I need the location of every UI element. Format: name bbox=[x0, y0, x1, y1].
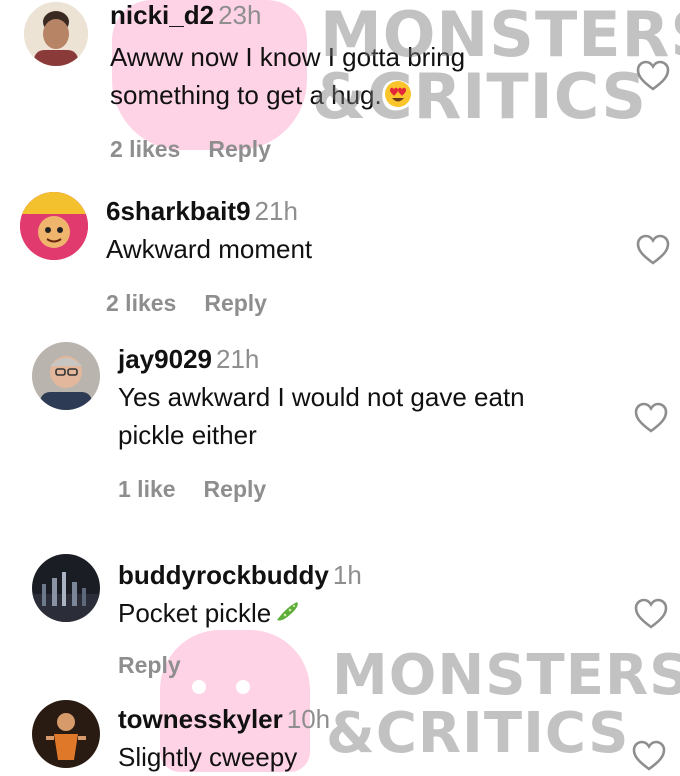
comment-text: Awkward moment bbox=[106, 230, 586, 268]
comment-text-line: Awkward moment bbox=[106, 234, 313, 264]
likes-count[interactable]: 2 likes bbox=[110, 136, 180, 162]
reply-button[interactable]: Reply bbox=[208, 136, 271, 162]
heart-icon[interactable] bbox=[634, 402, 668, 434]
username-link[interactable]: townesskyler bbox=[118, 704, 283, 734]
avatar[interactable] bbox=[32, 554, 100, 622]
reply-button[interactable]: Reply bbox=[204, 290, 267, 316]
reply-button[interactable]: Reply bbox=[118, 652, 181, 678]
comment-text-line: Pocket pickle bbox=[118, 598, 272, 628]
watermark-text: MONSTERS bbox=[320, 0, 680, 71]
heart-icon[interactable] bbox=[636, 234, 670, 266]
timestamp: 1h bbox=[332, 560, 362, 590]
comment-header: buddyrockbuddy 1h bbox=[118, 560, 362, 590]
watermark-text: &CRITICS bbox=[326, 701, 630, 766]
username-link[interactable]: buddyrockbuddy bbox=[118, 560, 329, 590]
comment-meta: 2 likes Reply bbox=[110, 136, 299, 163]
likes-count[interactable]: 1 like bbox=[118, 476, 176, 502]
watermark-text: MONSTERS bbox=[332, 643, 680, 708]
comment-header: nicki_d2 23h bbox=[110, 0, 261, 30]
reply-button[interactable]: Reply bbox=[204, 476, 267, 502]
timestamp: 21h bbox=[215, 344, 260, 374]
heart-icon[interactable] bbox=[632, 740, 666, 772]
comment-meta: 2 likes Reply bbox=[106, 290, 295, 317]
watermark-text: &CRITICS bbox=[312, 60, 648, 133]
avatar[interactable] bbox=[20, 192, 88, 260]
comment-text-line: Yes awkward I would not gave eatn bbox=[118, 382, 525, 412]
comment-text: Pocket pickle bbox=[118, 594, 598, 632]
comment-text: Yes awkward I would not gave eatn pickle… bbox=[118, 378, 618, 454]
comment-header: 6sharkbait9 21h bbox=[106, 196, 298, 226]
timestamp: 23h bbox=[218, 0, 262, 30]
comment-text-line: pickle either bbox=[118, 420, 257, 450]
username-link[interactable]: nicki_d2 bbox=[110, 0, 214, 30]
timestamp: 10h bbox=[286, 704, 331, 734]
comment-header: jay9029 21h bbox=[118, 344, 259, 374]
timestamp: 21h bbox=[254, 196, 298, 226]
username-link[interactable]: 6sharkbait9 bbox=[106, 196, 251, 226]
comment-meta: 1 like Reply bbox=[118, 476, 294, 503]
likes-count[interactable]: 2 likes bbox=[106, 290, 176, 316]
comment-meta: Reply bbox=[118, 652, 209, 679]
comment-item: jay9029 21h Yes awkward I would not gave … bbox=[0, 340, 680, 520]
heart-icon[interactable] bbox=[634, 598, 668, 630]
avatar[interactable] bbox=[24, 2, 88, 66]
avatar[interactable] bbox=[32, 700, 100, 768]
comment-header: townesskyler 10h bbox=[118, 704, 330, 734]
username-link[interactable]: jay9029 bbox=[118, 344, 212, 374]
cucumber-emoji bbox=[277, 602, 298, 621]
avatar[interactable] bbox=[32, 342, 100, 410]
comment-item: 6sharkbait9 21h Awkward moment 2 likes Rep… bbox=[0, 190, 680, 330]
